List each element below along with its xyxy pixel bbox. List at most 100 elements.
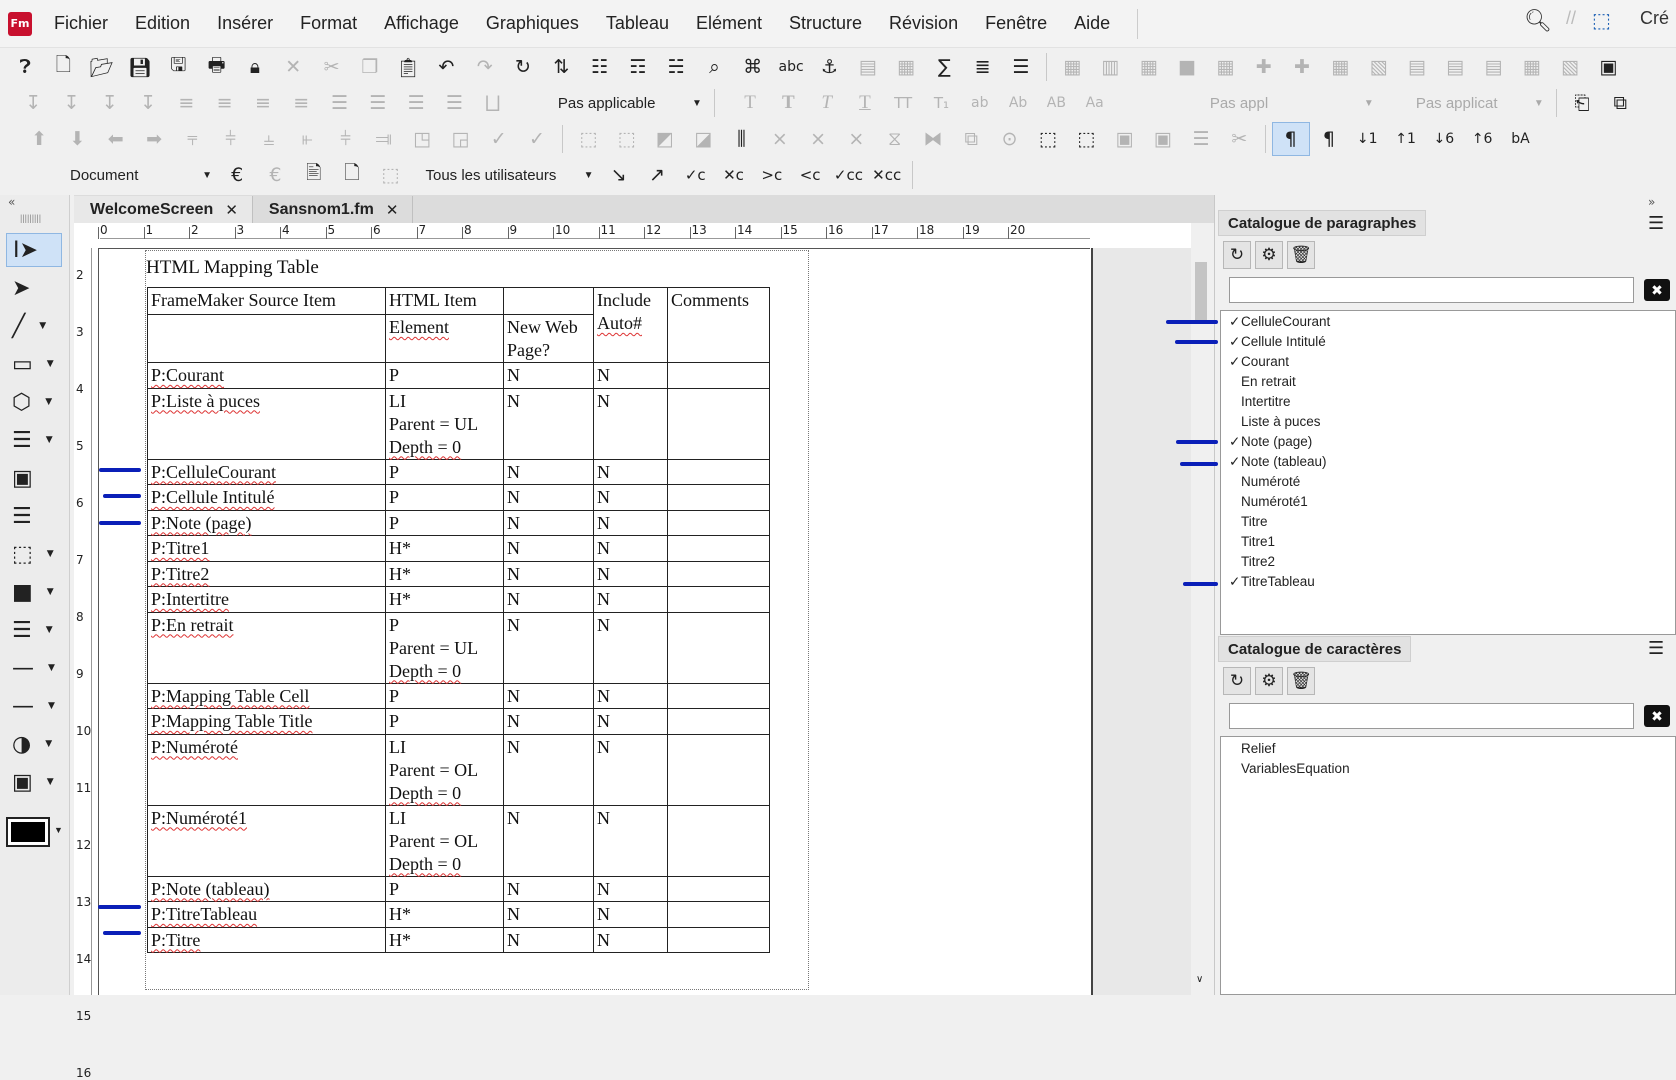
lowercase-icon[interactable]: ab <box>961 86 999 120</box>
open-folder-icon[interactable]: 📂︎ <box>83 50 121 84</box>
cell-element[interactable]: P Parent = UL Depth = 0 <box>385 611 504 684</box>
table-split-icon[interactable]: ▤ <box>1474 50 1512 84</box>
cut-icon[interactable]: ✂ <box>312 50 350 84</box>
cell-include-auto[interactable]: N <box>593 926 668 953</box>
cell-comments[interactable] <box>667 458 770 485</box>
cell-comments[interactable] <box>667 804 770 877</box>
list-item[interactable]: Liste à puces <box>1229 414 1321 429</box>
align-bottom-icon[interactable]: ↧ <box>91 86 129 120</box>
cell-new-page[interactable]: N <box>503 509 594 536</box>
frame-icon[interactable]: ▤ <box>849 50 887 84</box>
table-insert-row-icon[interactable]: ▦ <box>1053 50 1091 84</box>
polygon-tool-icon[interactable]: ⬡ ▼ <box>6 385 62 419</box>
align-baseline-icon[interactable]: ↧ <box>129 86 167 120</box>
align-obj-left-icon[interactable]: ⫦ <box>288 122 326 156</box>
character-search-input[interactable] <box>1229 703 1634 729</box>
cell-element[interactable]: P <box>385 484 504 511</box>
menu-item[interactable]: Structure <box>789 13 862 34</box>
numbering-a-icon[interactable]: ↓6 <box>1425 122 1463 156</box>
cell-source[interactable]: P:TitreTableau <box>147 901 386 928</box>
tree-icon[interactable]: ☷ <box>580 50 618 84</box>
cell-element[interactable]: P <box>385 509 504 536</box>
menu-item[interactable]: Elément <box>696 13 762 34</box>
line-end-tool-icon[interactable]: — ▼ <box>6 689 62 723</box>
cell-comments[interactable] <box>667 708 770 735</box>
header-source-blank[interactable] <box>147 314 386 363</box>
cell-source[interactable]: P:Courant <box>147 362 386 389</box>
paragraph-catalog-tab[interactable]: Catalogue de paragraphes <box>1218 210 1427 236</box>
object-select-tool-icon[interactable]: ➤ <box>6 271 62 305</box>
menu-item[interactable]: Fenêtre <box>985 13 1047 34</box>
bring-front-icon[interactable]: ◩ <box>646 122 684 156</box>
list-item[interactable]: ✓Note (tableau) <box>1229 454 1327 470</box>
cell-element[interactable]: LI Parent = OL Depth = 0 <box>385 733 504 806</box>
cell-comments[interactable] <box>667 560 770 587</box>
menu-item[interactable]: Edition <box>135 13 190 34</box>
cell-source[interactable]: P:Note (page) <box>147 509 386 536</box>
menu-item[interactable]: Affichage <box>384 13 459 34</box>
table-row[interactable]: P:Courant P N N <box>147 362 770 389</box>
table-row[interactable]: P:Mapping Table Cell P N N <box>147 682 770 709</box>
cell-comments[interactable] <box>667 509 770 536</box>
cell-element[interactable]: P <box>385 362 504 389</box>
cell-new-page[interactable]: N <box>503 611 594 684</box>
mapping-table[interactable]: FrameMaker Source Item HTML Item Include… <box>147 287 770 953</box>
table-row[interactable]: P:Liste à puces LI Parent = UL Depth = 0NN <box>147 387 770 460</box>
cell-new-page[interactable]: N <box>503 708 594 735</box>
hamburger-menu-icon[interactable]: ☰ <box>1648 213 1664 234</box>
cell-include-auto[interactable]: N <box>593 901 668 928</box>
rectangle-tool-icon[interactable]: ▭ ▼ <box>6 347 62 381</box>
text-frame-tool-icon[interactable]: ☰ ▼ <box>6 423 62 457</box>
paragraph-format-select[interactable]: Pas applicable ▼ <box>552 90 708 116</box>
cell-source[interactable]: P:Numéroté1 <box>147 804 386 877</box>
table-format-icon[interactable]: ▧ <box>1551 50 1589 84</box>
cell-source[interactable]: P:En retrait <box>147 611 386 684</box>
paragraph-tool-icon[interactable]: ☰ <box>6 499 62 533</box>
table-delete-icon[interactable]: ▦ <box>1321 50 1359 84</box>
header-include[interactable]: Include Auto# <box>593 287 668 363</box>
align-obj-center-icon[interactable]: ⫩ <box>326 122 364 156</box>
table-row[interactable]: P:Numéroté LI Parent = OL Depth = 0NN <box>147 733 770 806</box>
crop-frame-icon[interactable]: ⬚ <box>1592 8 1611 33</box>
menu-item[interactable]: Fichier <box>54 13 108 34</box>
scroll-down-icon[interactable]: ∨ <box>1196 974 1203 985</box>
new-document-icon[interactable]: 🗋 <box>44 50 82 84</box>
bold-icon[interactable]: T <box>769 86 807 120</box>
send-back-icon[interactable]: ◪ <box>684 122 722 156</box>
track-changes-icon[interactable]: € <box>218 158 256 192</box>
flip-horizontal-icon[interactable]: ⧓ <box>914 122 952 156</box>
cell-new-page[interactable]: N <box>503 362 594 389</box>
chevron-down-icon[interactable]: ▼ <box>54 825 63 835</box>
cell-element[interactable]: H* <box>385 535 504 562</box>
header-html-item[interactable]: HTML Item <box>385 287 504 315</box>
cell-source[interactable]: P:CelluleCourant <box>147 458 386 485</box>
smooth-icon[interactable]: ⨯ <box>799 122 837 156</box>
cell-source[interactable]: P:Titre1 <box>147 535 386 562</box>
spacing-wide-icon[interactable]: ☰ <box>397 86 435 120</box>
flip-vertical-icon[interactable]: ⧖ <box>876 122 914 156</box>
cell-include-auto[interactable]: N <box>593 560 668 587</box>
table-merge-icon[interactable]: ▦ <box>1206 50 1244 84</box>
accept-prev-icon[interactable]: <c <box>791 158 829 192</box>
frame-options-icon[interactable]: ▣ <box>1144 122 1182 156</box>
unsmooth-icon[interactable]: ⨯ <box>837 122 875 156</box>
delete-icon[interactable]: 🗑︎ <box>1287 667 1315 695</box>
cell-include-auto[interactable]: N <box>593 387 668 460</box>
table-row[interactable]: P:Mapping Table Title P N N <box>147 708 770 735</box>
text-default-icon[interactable]: T <box>731 86 769 120</box>
align-top-icon[interactable]: ↧ <box>14 86 52 120</box>
copy-icon[interactable]: ❐ <box>351 50 389 84</box>
clear-search-icon[interactable]: ✖ <box>1644 279 1670 301</box>
cell-include-auto[interactable]: N <box>593 509 668 536</box>
preview-original-icon[interactable]: 🗋 <box>333 158 371 192</box>
check-reject-icon[interactable]: ✓ <box>518 122 556 156</box>
spacing-narrow-icon[interactable]: ☰ <box>435 86 473 120</box>
cell-source[interactable]: P:Titre2 <box>147 560 386 587</box>
table-row[interactable]: P:Note (page) P N N <box>147 509 770 536</box>
list-item[interactable]: VariablesEquation <box>1229 761 1350 776</box>
table-row[interactable]: P:Titre2 H* N N <box>147 560 770 587</box>
vertical-scrollbar[interactable]: ∨ <box>1191 248 1211 995</box>
sum-icon[interactable]: ∑ <box>925 50 963 84</box>
list-item[interactable]: Numéroté1 <box>1229 494 1308 509</box>
show-pilcrow-icon[interactable]: ¶ <box>1271 122 1310 156</box>
